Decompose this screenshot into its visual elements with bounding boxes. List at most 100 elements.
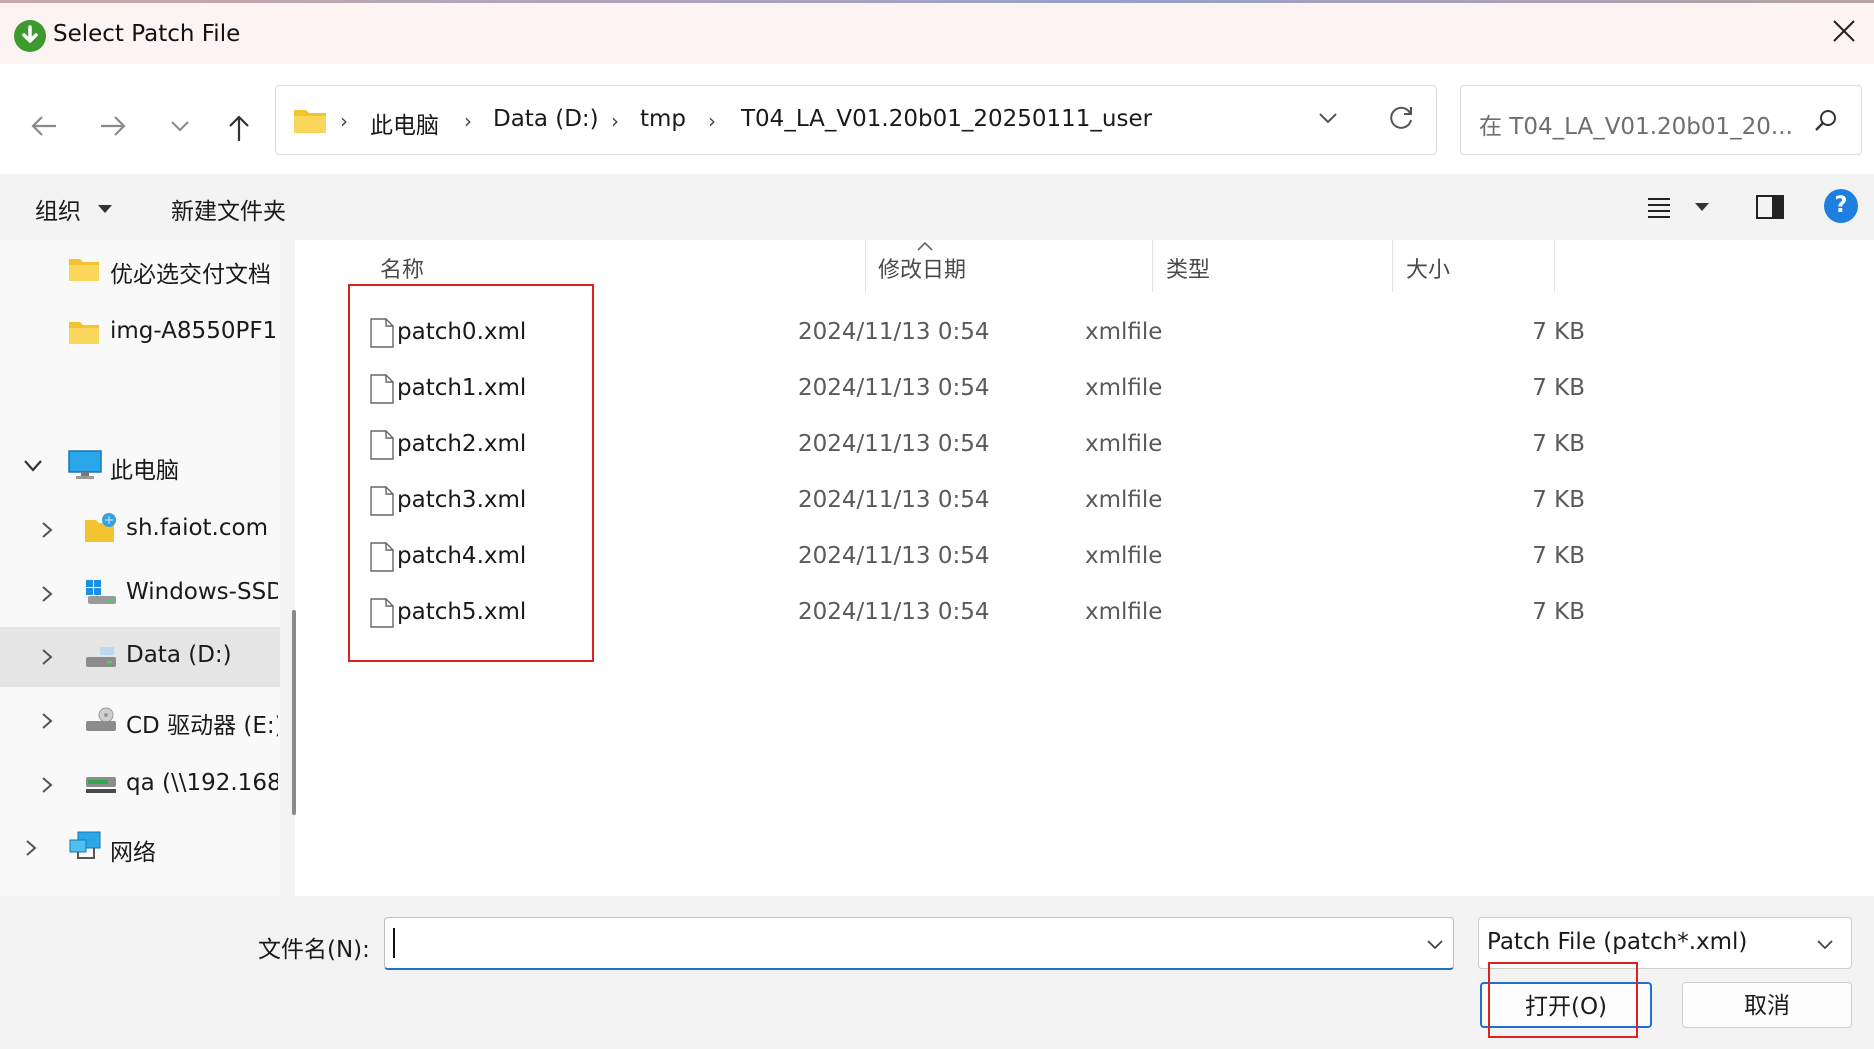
new-folder-button[interactable]: 新建文件夹 xyxy=(171,192,286,226)
arrow-left-icon xyxy=(31,116,56,136)
sidebar-item-label: 此电脑 xyxy=(110,458,179,484)
breadcrumb-tmp[interactable]: tmp xyxy=(640,106,686,132)
chevron-right-icon[interactable] xyxy=(40,520,54,540)
chevron-down-icon[interactable] xyxy=(1425,934,1445,954)
file-type: xmlfile xyxy=(1085,543,1163,569)
back-button[interactable] xyxy=(17,104,67,148)
breadcrumb-separator-icon: › xyxy=(708,109,716,133)
column-header-type[interactable]: 类型 xyxy=(1166,252,1210,284)
title-bar: Select Patch File xyxy=(0,3,1874,64)
caret-down-icon xyxy=(98,205,112,213)
up-button[interactable] xyxy=(214,104,264,148)
network-folder-icon xyxy=(85,513,116,542)
file-modified: 2024/11/13 0:54 xyxy=(798,431,990,457)
arrow-up-icon xyxy=(229,115,249,141)
file-modified: 2024/11/13 0:54 xyxy=(798,487,990,513)
sidebar-item-windows-ssd[interactable]: Windows-SSD xyxy=(0,564,280,624)
file-type: xmlfile xyxy=(1085,599,1163,625)
column-divider[interactable] xyxy=(1152,240,1153,292)
file-type: xmlfile xyxy=(1085,319,1163,345)
network-drive-icon xyxy=(86,777,116,793)
filename-label: 文件名(N): xyxy=(258,937,370,963)
column-divider[interactable] xyxy=(1554,240,1555,292)
window-title: Select Patch File xyxy=(53,21,241,47)
breadcrumb-separator-icon: › xyxy=(611,109,619,133)
highlight-box-open xyxy=(1488,962,1638,1038)
breadcrumb-current-folder[interactable]: T04_LA_V01.20b01_20250111_user xyxy=(741,106,1152,132)
sidebar-item-label: Data (D:) xyxy=(126,642,232,668)
close-button[interactable] xyxy=(1814,3,1874,59)
caret-down-icon[interactable] xyxy=(1694,202,1710,212)
preview-pane-icon[interactable] xyxy=(1755,194,1785,220)
file-type: xmlfile xyxy=(1085,487,1163,513)
file-modified: 2024/11/13 0:54 xyxy=(798,319,990,345)
chevron-right-icon[interactable] xyxy=(24,838,38,858)
organize-menu[interactable]: 组织 xyxy=(35,192,81,226)
help-icon[interactable]: ? xyxy=(1824,189,1858,223)
recent-locations-button[interactable] xyxy=(156,104,206,148)
file-type: xmlfile xyxy=(1085,431,1163,457)
address-bar[interactable]: › 此电脑 › Data (D:) › tmp › T04_LA_V01.20b… xyxy=(275,85,1437,155)
computer-icon xyxy=(68,450,102,479)
breadcrumb-separator-icon: › xyxy=(464,109,472,133)
chevron-right-icon[interactable] xyxy=(40,584,54,604)
sidebar-item-cd-drive[interactable]: CD 驱动器 (E:) xyxy=(0,691,280,751)
folder-icon xyxy=(69,322,99,344)
windows-drive-icon xyxy=(86,580,116,604)
chevron-down-icon xyxy=(171,121,189,132)
filename-input[interactable] xyxy=(384,917,1454,970)
chevron-right-icon[interactable] xyxy=(40,711,54,731)
sidebar-item-sh-faiot[interactable]: sh.faiot.com xyxy=(0,500,280,560)
column-divider[interactable] xyxy=(865,240,866,292)
column-header-modified[interactable]: 修改日期 xyxy=(878,252,966,284)
chevron-down-icon[interactable] xyxy=(22,458,44,474)
chevron-down-icon xyxy=(1817,940,1833,950)
column-header-size[interactable]: 大小 xyxy=(1406,252,1450,284)
cancel-button[interactable]: 取消 xyxy=(1682,982,1852,1028)
refresh-icon[interactable] xyxy=(1386,104,1416,134)
folder-icon xyxy=(294,110,326,133)
chevron-right-icon[interactable] xyxy=(40,647,54,667)
chevron-right-icon[interactable] xyxy=(40,775,54,795)
file-size: 7 KB xyxy=(1532,431,1585,457)
sidebar-item-label: sh.faiot.com xyxy=(126,515,268,541)
file-type: xmlfile xyxy=(1085,375,1163,401)
sort-ascending-icon xyxy=(917,241,933,251)
sidebar-item-network-drive[interactable]: qa (\\192.168 xyxy=(0,755,280,815)
file-modified: 2024/11/13 0:54 xyxy=(798,599,990,625)
view-options-icon[interactable] xyxy=(1646,194,1672,220)
file-size: 7 KB xyxy=(1532,543,1585,569)
filetype-selected: Patch File (patch*.xml) xyxy=(1487,929,1748,955)
drive-icon xyxy=(86,647,116,667)
sidebar-item-label: img-A8550PF1 xyxy=(110,318,278,344)
arrow-right-icon xyxy=(101,116,126,136)
breadcrumb-data-drive[interactable]: Data (D:) xyxy=(493,106,599,132)
sidebar-scrollbar-thumb[interactable] xyxy=(292,610,296,815)
file-dialog: Select Patch File › 此电脑 › Data (D:) › tm… xyxy=(0,0,1874,1049)
sidebar-item-data-drive[interactable]: Data (D:) xyxy=(0,627,280,687)
column-header-name[interactable]: 名称 xyxy=(380,252,424,284)
sidebar-item-network[interactable]: 网络 xyxy=(0,818,280,878)
sidebar-item-folder-docs[interactable]: 优必选交付文档 xyxy=(0,240,280,300)
sidebar-item-folder-img[interactable]: img-A8550PF1 xyxy=(0,303,280,363)
close-icon xyxy=(1833,20,1855,42)
command-bar: 组织 新建文件夹 ? xyxy=(0,174,1874,240)
forward-button[interactable] xyxy=(86,104,136,148)
column-divider[interactable] xyxy=(1392,240,1393,292)
search-box[interactable]: 在 T04_LA_V01.20b01_20... xyxy=(1460,85,1862,155)
breadcrumb-this-pc[interactable]: 此电脑 xyxy=(370,106,439,140)
sidebar-item-label: CD 驱动器 (E:) xyxy=(126,713,278,739)
network-icon xyxy=(69,831,101,859)
navigation-bar: › 此电脑 › Data (D:) › tmp › T04_LA_V01.20b… xyxy=(0,64,1874,174)
breadcrumb-separator-icon: › xyxy=(340,109,348,133)
folder-icon xyxy=(69,259,99,281)
cd-drive-icon xyxy=(86,707,116,731)
highlight-box-files xyxy=(348,284,594,662)
search-icon xyxy=(1815,110,1836,131)
file-modified: 2024/11/13 0:54 xyxy=(798,543,990,569)
sidebar-item-this-pc[interactable]: 此电脑 xyxy=(0,436,280,496)
navigation-pane: 优必选交付文档 img-A8550PF1 此电脑 sh.faiot.com Wi… xyxy=(0,240,295,896)
search-placeholder: 在 T04_LA_V01.20b01_20... xyxy=(1479,114,1793,140)
address-history-chevron-icon[interactable] xyxy=(1316,106,1340,130)
file-size: 7 KB xyxy=(1532,319,1585,345)
